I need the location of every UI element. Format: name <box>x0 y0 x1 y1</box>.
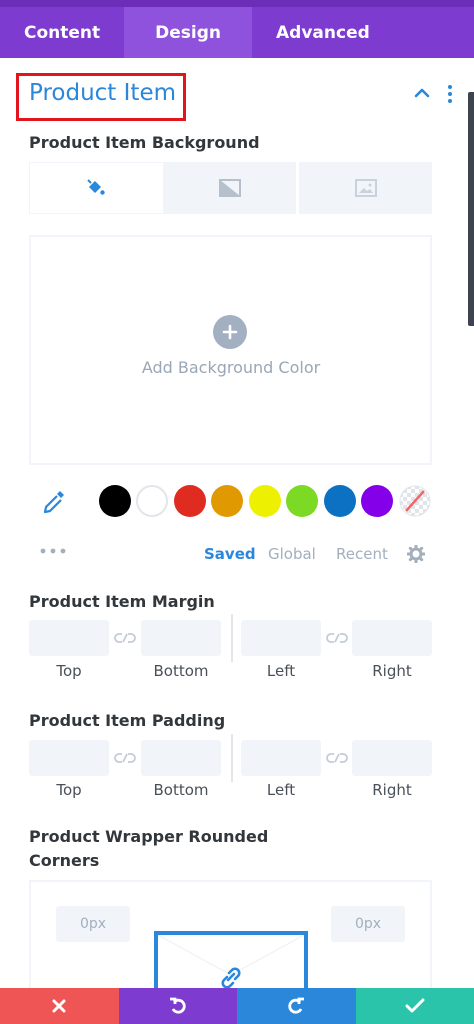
padding-label: Product Item Padding <box>29 711 226 730</box>
margin-top-input[interactable] <box>29 620 109 656</box>
eyedropper-icon[interactable] <box>42 489 66 515</box>
padding-left-caption: Left <box>266 781 296 799</box>
check-icon <box>405 998 425 1013</box>
scrollbar[interactable] <box>468 92 474 326</box>
bg-tab-image[interactable] <box>299 162 432 214</box>
palette-tab-global[interactable]: Global <box>268 545 316 563</box>
padding-bottom-input[interactable] <box>141 740 221 776</box>
top-left-radius-input[interactable]: 0px <box>56 906 130 942</box>
divider <box>231 614 233 662</box>
color-swatch[interactable] <box>136 485 168 517</box>
margin-top-caption: Top <box>56 662 82 680</box>
redo-icon <box>288 997 305 1014</box>
padding-top-caption: Top <box>56 781 82 799</box>
rounded-corners-label-line2: Corners <box>29 851 100 870</box>
more-options-icon[interactable] <box>445 83 455 105</box>
margin-right-caption: Right <box>372 662 412 680</box>
margin-right-input[interactable] <box>352 620 432 656</box>
padding-top-input[interactable] <box>29 740 109 776</box>
color-swatch[interactable] <box>324 485 356 517</box>
margin-bottom-input[interactable] <box>141 620 221 656</box>
undo-button[interactable] <box>118 988 237 1024</box>
link-icon[interactable] <box>114 751 136 765</box>
undo-icon <box>169 997 186 1014</box>
top-right-radius-input[interactable]: 0px <box>331 906 405 942</box>
padding-left-input[interactable] <box>241 740 321 776</box>
margin-left-caption: Left <box>266 662 296 680</box>
bg-tab-color[interactable] <box>29 162 164 214</box>
add-background-color-label[interactable]: Add Background Color <box>0 358 462 377</box>
palette-tab-saved[interactable]: Saved <box>204 545 256 563</box>
tab-advanced[interactable]: Advanced <box>252 7 394 58</box>
section-title[interactable]: Product Item <box>29 80 176 106</box>
background-color-area[interactable] <box>29 235 432 465</box>
bg-tab-gradient[interactable] <box>164 162 300 214</box>
margin-bottom-caption: Bottom <box>153 662 209 680</box>
redo-button[interactable] <box>237 988 356 1024</box>
color-swatch[interactable] <box>286 485 318 517</box>
color-swatch[interactable] <box>361 485 393 517</box>
gradient-icon <box>219 179 241 197</box>
rounded-corners-label-line1: Product Wrapper Rounded <box>29 827 269 846</box>
color-swatch[interactable] <box>211 485 243 517</box>
tab-content[interactable]: Content <box>0 7 124 58</box>
plus-icon <box>222 324 238 340</box>
divider <box>231 734 233 782</box>
gear-icon[interactable] <box>407 545 425 563</box>
chevron-up-icon[interactable] <box>413 84 431 102</box>
background-label: Product Item Background <box>29 133 260 152</box>
image-icon <box>354 179 377 197</box>
color-swatch[interactable] <box>249 485 281 517</box>
cancel-button[interactable] <box>0 988 119 1024</box>
save-button[interactable] <box>355 988 474 1024</box>
margin-label: Product Item Margin <box>29 592 215 611</box>
background-type-tabs <box>29 162 432 214</box>
settings-tabs: Content Design Advanced <box>0 0 474 58</box>
more-dots-icon[interactable] <box>40 548 66 554</box>
link-icon[interactable] <box>326 631 348 645</box>
padding-right-caption: Right <box>372 781 412 799</box>
padding-bottom-caption: Bottom <box>153 781 209 799</box>
action-bar <box>0 988 474 1024</box>
margin-left-input[interactable] <box>241 620 321 656</box>
close-icon <box>52 999 66 1013</box>
link-icon[interactable] <box>326 751 348 765</box>
add-color-button[interactable] <box>213 315 247 349</box>
link-icon[interactable] <box>219 967 243 989</box>
tab-design[interactable]: Design <box>124 7 253 58</box>
palette-tab-recent[interactable]: Recent <box>336 545 388 563</box>
padding-right-input[interactable] <box>352 740 432 776</box>
color-swatch[interactable] <box>174 485 206 517</box>
link-icon[interactable] <box>114 631 136 645</box>
color-swatch[interactable] <box>99 485 131 517</box>
no-color-swatch[interactable] <box>399 485 431 517</box>
paint-bucket-icon <box>87 179 106 195</box>
